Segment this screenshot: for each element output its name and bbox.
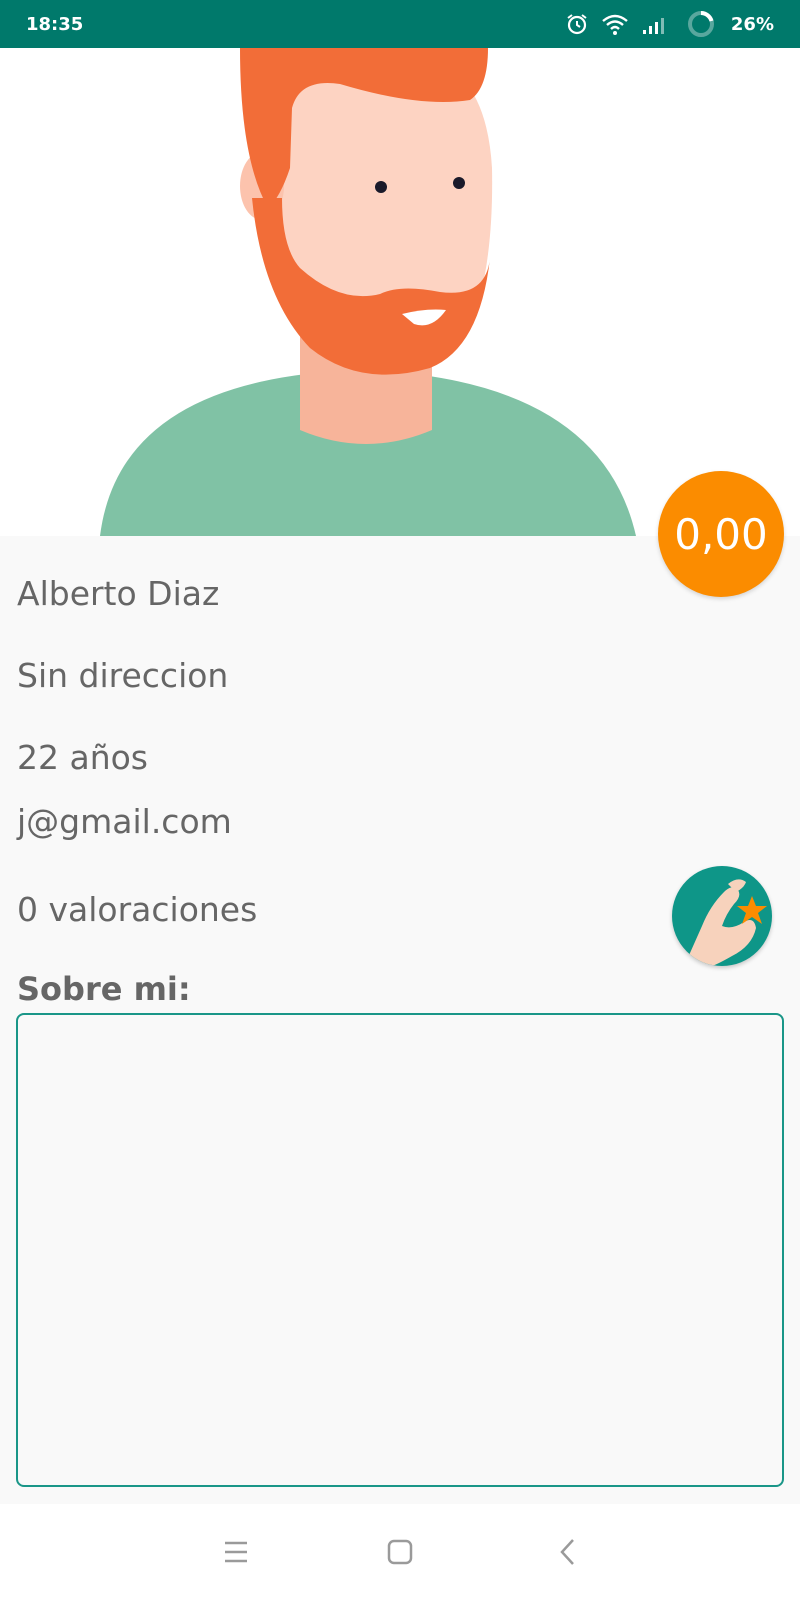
profile-age: 22 años — [17, 738, 149, 777]
profile-name: Alberto Diaz — [17, 574, 220, 613]
profile-email: j@gmail.com — [17, 802, 232, 841]
hand-holding-star-icon — [686, 879, 767, 966]
rate-user-button[interactable] — [672, 866, 772, 966]
status-icons: 26% — [565, 10, 774, 38]
signal-icon — [641, 13, 669, 35]
battery-percent: 26% — [730, 13, 774, 35]
rating-badge: 0,00 — [658, 471, 784, 597]
back-chevron-icon[interactable] — [548, 1532, 588, 1572]
profile-address: Sin direccion — [17, 656, 229, 695]
battery-ring-icon — [687, 10, 715, 38]
status-time: 18:35 — [26, 13, 84, 35]
alarm-icon — [565, 12, 589, 36]
red-bearded-man-avatar — [100, 48, 636, 536]
status-bar: 18:35 26% — [0, 0, 800, 48]
about-textarea[interactable] — [16, 1013, 784, 1487]
about-label: Sobre mi: — [17, 970, 191, 1008]
home-square-icon[interactable] — [380, 1532, 420, 1572]
system-nav-bar — [0, 1504, 800, 1600]
profile-ratings-count: 0 valoraciones — [17, 890, 258, 929]
profile-avatar — [0, 48, 800, 536]
wifi-icon — [601, 12, 629, 36]
menu-icon[interactable] — [216, 1532, 256, 1572]
